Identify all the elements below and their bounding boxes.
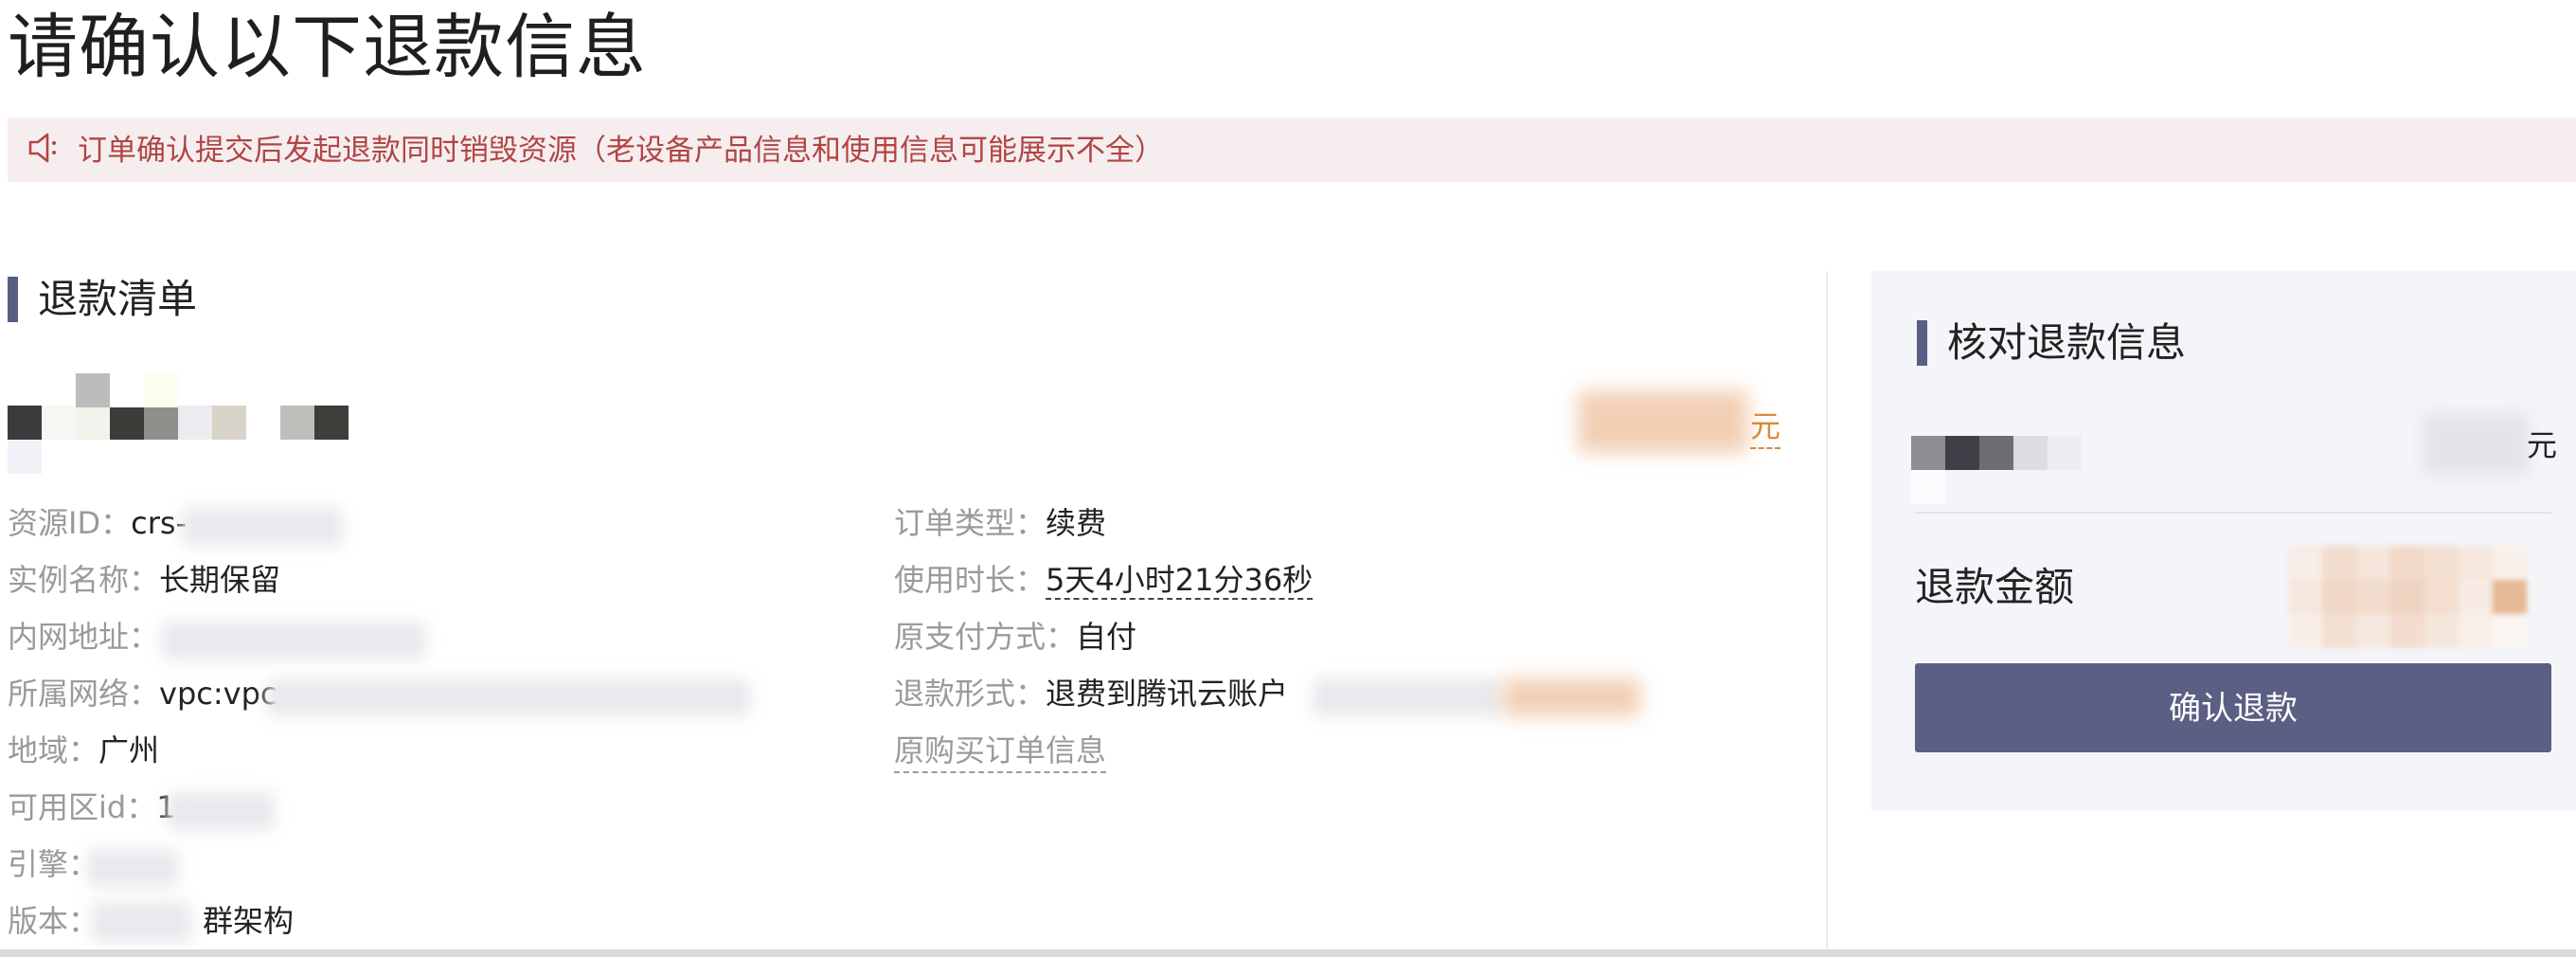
private-ip-redacted [161,622,426,659]
field-payment-method: 原支付方式：自付 [894,616,1136,658]
field-label: 原支付方式： [894,619,1077,655]
price-unit: 元 [1750,406,1781,449]
field-value: 长期保留 [159,562,281,598]
field-label: 可用区id： [8,789,157,825]
field-value: 群架构 [203,903,295,939]
speaker-icon [28,133,56,163]
field-label: 资源ID： [8,505,132,541]
field-engine: 引擎： [8,843,98,885]
field-usage-duration: 使用时长：5天4小时21分36秒 [894,559,1314,601]
field-label: 实例名称： [8,562,160,598]
price-redacted [1578,390,1748,453]
field-value: vpc:vpc [159,676,277,712]
field-value: 自付 [1076,619,1137,655]
field-label: 所属网络： [8,676,160,712]
field-instance-name: 实例名称：长期保留 [8,559,280,601]
refund-amount-label: 退款金额 [1915,564,2075,610]
field-value: 退费到腾讯云账户 [1046,676,1289,712]
confirm-refund-button[interactable]: 确认退款 [1915,663,2551,752]
check-product-redacted [1911,436,2148,504]
column-divider [1826,271,1828,957]
usage-duration-value[interactable]: 5天4小时21分36秒 [1046,562,1314,600]
section-accent-bar [1917,320,1927,366]
field-version: 版本： 群架构 [8,900,294,942]
notice-text: 订单确认提交后发起退款同时销毁资源（老设备产品信息和使用信息可能展示不全） [78,134,1164,168]
field-network: 所属网络：vpc:vpc [8,673,277,714]
bottom-scrollbar[interactable] [0,949,2576,957]
engine-redacted [87,849,178,887]
field-label: 版本： [8,903,99,939]
field-private-ip: 内网地址： [8,616,159,658]
field-label: 地域： [8,732,99,768]
refund-account-redacted-2 [1502,678,1640,716]
network-redacted [267,678,750,716]
refund-list-title: 退款清单 [38,276,198,322]
original-order-link[interactable]: 原购买订单信息 [894,730,1107,773]
check-price-unit: 元 [2527,427,2558,463]
field-order-type: 订单类型：续费 [894,502,1106,544]
field-label: 引擎： [8,846,99,882]
field-refund-form: 退款形式：退费到腾讯云账户 [894,673,1288,714]
field-label: 退款形式： [894,676,1046,712]
section-accent-bar [8,277,18,322]
refund-account-redacted [1313,678,1502,716]
field-region: 地域：广州 [8,730,159,771]
field-label: 内网地址： [8,619,160,655]
field-label: 订单类型： [894,505,1046,541]
panel-divider [1915,512,2551,514]
resource-id-redacted [182,508,343,546]
check-price-redacted [2423,413,2529,476]
field-resource-id: 资源ID：crs- [8,502,187,544]
field-label: 使用时长： [894,562,1046,598]
field-zone-id: 可用区id：1 [8,786,176,828]
refund-amount-redacted [2288,546,2544,648]
check-panel-title: 核对退款信息 [1947,319,2187,366]
field-value: crs- [131,505,188,541]
product-name-redacted [8,373,367,474]
page-title: 请确认以下退款信息 [8,7,647,88]
field-value: 广州 [98,732,160,768]
zone-id-redacted [167,792,275,830]
field-value: 续费 [1046,505,1107,541]
